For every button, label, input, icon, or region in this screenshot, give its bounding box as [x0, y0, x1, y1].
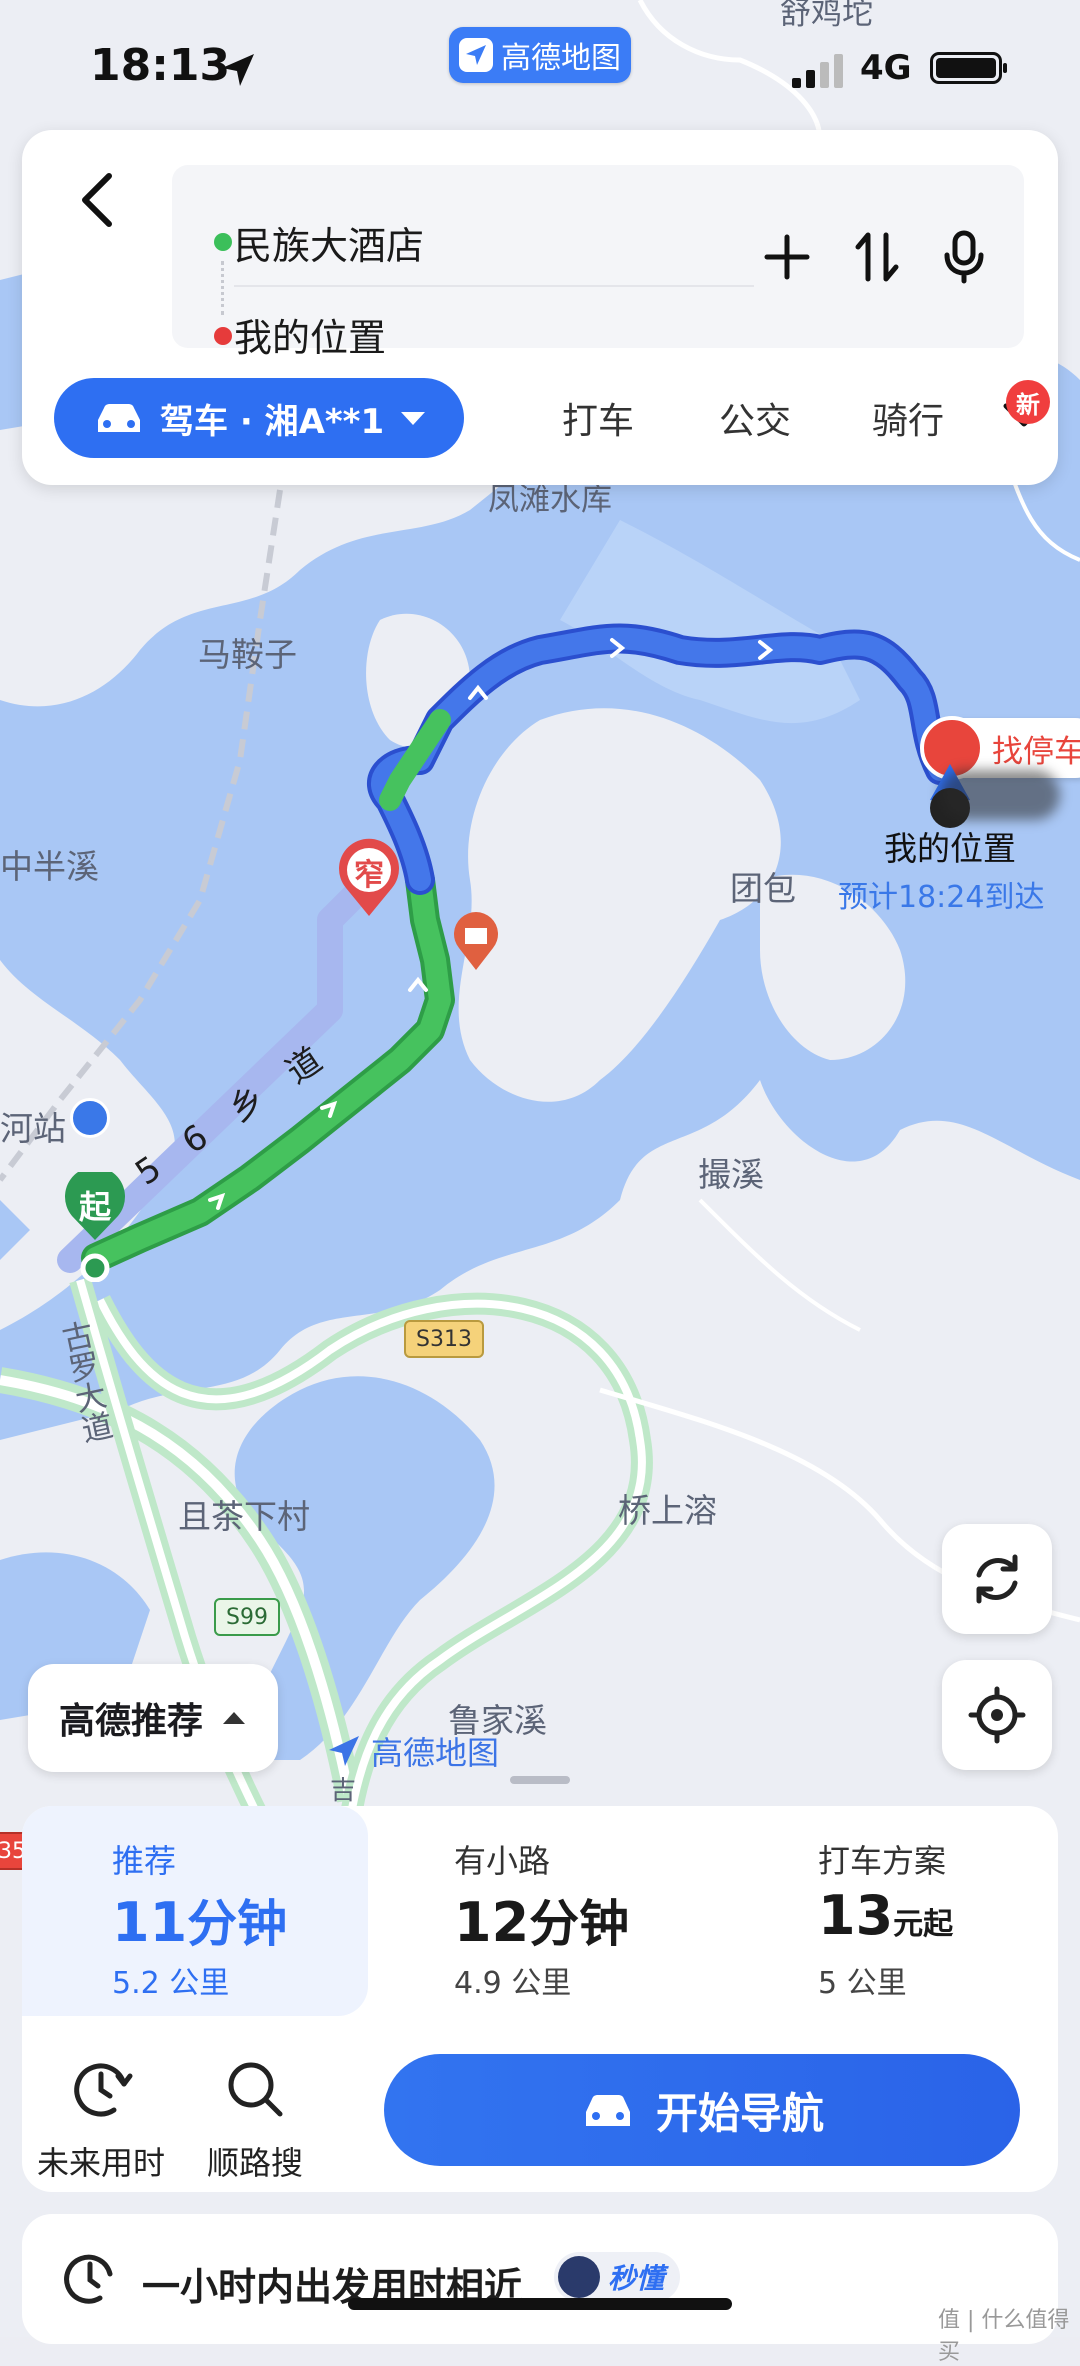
- locate-icon: [968, 1686, 1026, 1744]
- map-label-qiechaxia: 且茶下村: [178, 1497, 310, 1536]
- refresh-icon: [976, 1554, 1018, 1604]
- status-time: 18:13: [90, 40, 231, 91]
- map-watermark: 高德地图: [325, 1728, 499, 1774]
- battery-icon: [930, 52, 1007, 84]
- narrow-road-sign[interactable]: 窄: [336, 838, 402, 918]
- refresh-route-button[interactable]: [942, 1524, 1052, 1634]
- voice-input-button[interactable]: [934, 227, 994, 287]
- back-icon: [82, 173, 112, 227]
- route-connector: [221, 261, 228, 315]
- amap-logo-icon: [329, 1736, 359, 1766]
- future-time-button[interactable]: 未来用时: [26, 2054, 176, 2182]
- route-search-card: 民族大酒店 我的位置 驾车 · 湘A**1 打车 公交 骑行: [22, 130, 1058, 485]
- map-label-zhongbanxi: 中半溪: [0, 847, 99, 886]
- caret-up-icon: [223, 1712, 245, 1724]
- map-label-tuanbao: 团包: [730, 869, 796, 908]
- app-switch-badge[interactable]: 高德地图: [449, 27, 631, 83]
- route-option-taxi[interactable]: 打车方案 13元起 5 公里: [714, 1806, 1054, 2016]
- destination-field[interactable]: 我的位置: [234, 307, 386, 362]
- search-icon: [228, 2062, 283, 2117]
- recommend-sort-button[interactable]: 高德推荐: [28, 1664, 278, 1772]
- route-option-recommended[interactable]: 推荐 11分钟 5.2 公里: [22, 1806, 368, 2016]
- car-icon: [585, 2095, 630, 2126]
- destination-dot-icon: [214, 327, 232, 345]
- status-bar: 18:13 高德地图 4G: [0, 0, 1080, 130]
- back-button[interactable]: [62, 155, 132, 245]
- location-arrow-icon: [222, 54, 254, 86]
- tab-taxi[interactable]: 打车: [562, 392, 634, 444]
- tab-drive-selected[interactable]: 驾车 · 湘A**1: [54, 378, 464, 458]
- input-divider: [234, 285, 754, 287]
- start-marker[interactable]: 起: [60, 1166, 130, 1283]
- my-location-label: 我的位置: [884, 829, 1016, 868]
- toll-station-icon[interactable]: [452, 912, 500, 972]
- corner-watermark: 值 | 什么值得买: [938, 2308, 1070, 2365]
- route-input-box: 民族大酒店 我的位置: [172, 165, 1024, 360]
- play-icon: [558, 2256, 600, 2298]
- origin-dot-icon: [214, 233, 232, 251]
- eta-label: 预计18:24到达: [838, 880, 1045, 915]
- map-label-gu-small: 吉: [330, 1776, 357, 1806]
- plus-icon: [764, 234, 810, 280]
- sheet-drag-handle[interactable]: [510, 1776, 570, 1784]
- add-waypoint-button[interactable]: [757, 227, 817, 287]
- explain-tag[interactable]: 秒懂: [554, 2252, 681, 2302]
- departure-tip-bar[interactable]: 一小时内出发用时相近 秒懂: [22, 2214, 1058, 2344]
- route-options-sheet: 推荐 11分钟 5.2 公里 有小路 12分钟 4.9 公里 打车方案 13元起…: [22, 1806, 1058, 2192]
- swap-icon: [855, 232, 899, 282]
- clock-icon: [64, 2254, 113, 2304]
- network-type: 4G: [860, 48, 912, 88]
- avatar-blur: [940, 770, 1060, 820]
- new-badge: 新: [1006, 380, 1050, 424]
- map-label-maanzi: 马鞍子: [198, 635, 297, 674]
- amap-logo-icon: [459, 38, 493, 72]
- map-label-qiaoshangrong: 桥上溶: [618, 1491, 717, 1530]
- travel-mode-tabs: 驾车 · 湘A**1 打车 公交 骑行: [54, 378, 1045, 460]
- route-option-small-roads[interactable]: 有小路 12分钟 4.9 公里: [368, 1806, 708, 2016]
- road-badge-s99: S99: [214, 1598, 280, 1636]
- along-route-search-button[interactable]: 顺路搜: [180, 2054, 330, 2182]
- signal-icon: [792, 54, 843, 88]
- map-label-station: 河站: [0, 1109, 66, 1148]
- origin-field[interactable]: 民族大酒店: [234, 215, 424, 270]
- tab-transit[interactable]: 公交: [719, 392, 791, 444]
- clock-future-icon: [74, 2063, 133, 2117]
- home-indicator[interactable]: [348, 2298, 732, 2310]
- map-label-niexi: 撮溪: [698, 1155, 764, 1194]
- station-icon: [70, 1098, 110, 1138]
- caret-down-icon: [401, 412, 426, 425]
- locate-me-button[interactable]: [942, 1660, 1052, 1770]
- tab-cycling[interactable]: 骑行: [872, 392, 944, 444]
- road-badge-s313: S313: [404, 1320, 484, 1358]
- car-icon: [98, 404, 140, 432]
- start-navigation-button[interactable]: 开始导航: [384, 2054, 1020, 2166]
- microphone-icon: [944, 230, 984, 284]
- swap-button[interactable]: [847, 227, 907, 287]
